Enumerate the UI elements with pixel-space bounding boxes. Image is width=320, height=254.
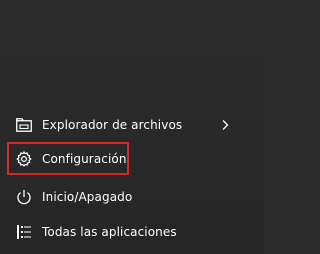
chevron-right-icon[interactable] xyxy=(220,119,230,131)
gear-icon xyxy=(16,151,32,167)
menu-item-label: Todas las aplicaciones xyxy=(42,225,177,239)
menu-item-settings[interactable]: Configuración xyxy=(8,143,256,175)
all-apps-icon xyxy=(16,224,32,240)
menu-item-label: Configuración xyxy=(42,152,127,166)
menu-item-power[interactable]: Inicio/Apagado xyxy=(8,181,256,213)
menu-item-file-explorer[interactable]: Explorador de archivos xyxy=(8,109,256,141)
start-menu-panel: Explorador de archivos Configuración Ini… xyxy=(0,0,264,254)
menu-item-label: Inicio/Apagado xyxy=(42,190,133,204)
power-icon xyxy=(16,189,32,205)
menu-item-label: Explorador de archivos xyxy=(42,118,183,132)
file-explorer-icon xyxy=(16,117,32,133)
menu-item-all-apps[interactable]: Todas las aplicaciones xyxy=(8,216,256,248)
